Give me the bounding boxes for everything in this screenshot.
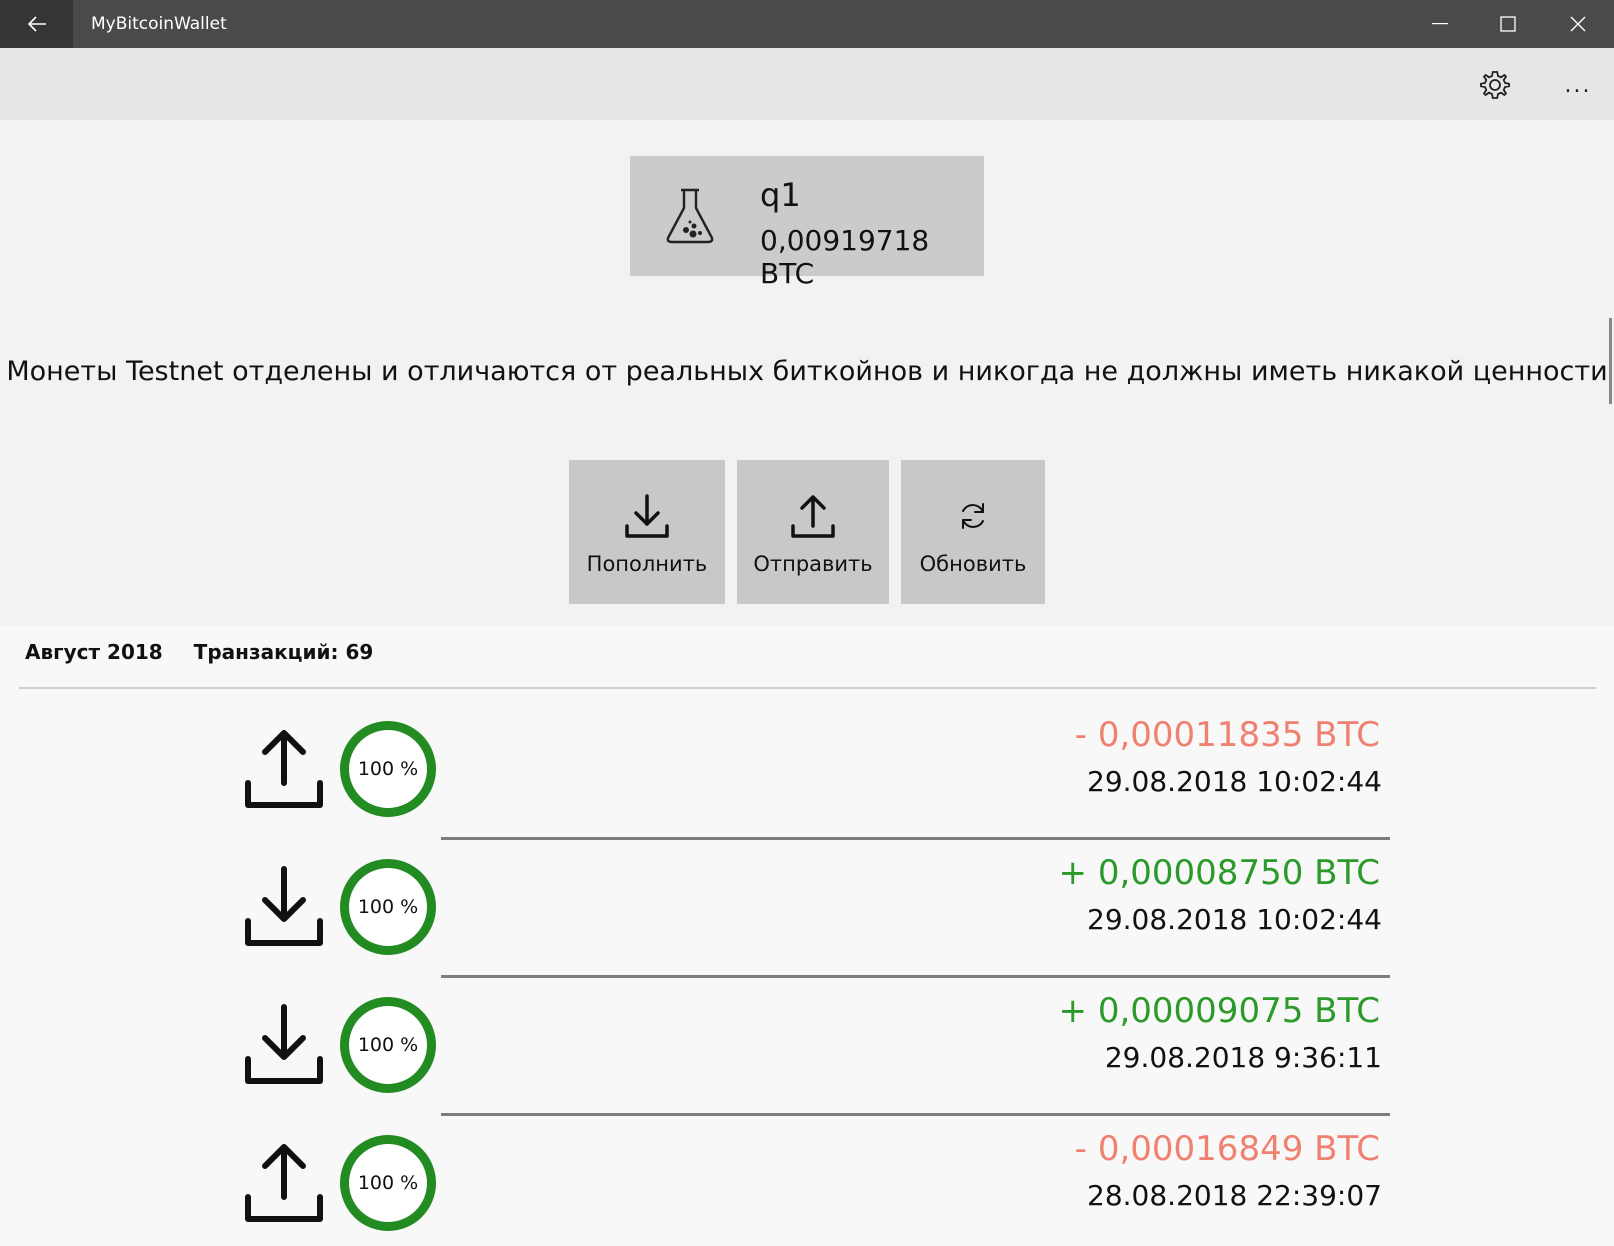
transaction-amount: - 0,00011835 BTC: [1074, 715, 1380, 755]
send-label: Отправить: [753, 552, 873, 576]
minimize-button[interactable]: [1406, 0, 1474, 48]
scrollbar-thumb[interactable]: [1609, 318, 1612, 404]
transaction-date: 28.08.2018 22:39:07: [1087, 1179, 1382, 1212]
header-divider: [19, 687, 1596, 689]
settings-button[interactable]: [1470, 60, 1520, 110]
transactions-count: Транзакций: 69: [193, 640, 374, 664]
download-icon: [245, 1004, 323, 1084]
transaction-row[interactable]: 100 % + 0,00008750 BTC 29.08.2018 10:02:…: [0, 839, 1614, 978]
download-icon: [625, 494, 669, 538]
close-icon: [1570, 16, 1586, 32]
flask-icon: [666, 188, 714, 244]
transaction-amount: + 0,00009075 BTC: [1058, 991, 1380, 1031]
transaction-date: 29.08.2018 10:02:44: [1087, 765, 1382, 798]
download-icon: [245, 866, 323, 946]
confirmation-progress: 100 %: [340, 997, 436, 1093]
transaction-date: 29.08.2018 9:36:11: [1104, 1041, 1382, 1074]
refresh-label: Обновить: [919, 552, 1027, 576]
transactions-month: Август 2018: [25, 640, 163, 664]
transactions-header: Август 2018 Транзакций: 69: [25, 640, 373, 664]
refresh-button[interactable]: Обновить: [901, 460, 1045, 604]
maximize-button[interactable]: [1474, 0, 1542, 48]
upload-icon: [791, 495, 835, 538]
wallet-card[interactable]: q1 0,00919718 BTC: [630, 156, 984, 290]
close-button[interactable]: [1544, 0, 1612, 48]
transaction-row[interactable]: 100 % - 0,00011835 BTC 29.08.2018 10:02:…: [0, 701, 1614, 840]
transaction-amount: + 0,00008750 BTC: [1058, 853, 1380, 893]
upload-icon: [245, 730, 323, 808]
refresh-icon: [962, 503, 984, 529]
send-button[interactable]: Отправить: [737, 460, 889, 604]
deposit-button[interactable]: Пополнить: [569, 460, 725, 604]
minimize-icon: [1432, 23, 1448, 25]
wallet-name: q1: [760, 176, 801, 214]
gear-icon: [1480, 71, 1510, 99]
back-button[interactable]: [0, 0, 73, 48]
maximize-icon: [1500, 16, 1516, 32]
transaction-row[interactable]: 100 % + 0,00009075 BTC 29.08.2018 9:36:1…: [0, 977, 1614, 1116]
deposit-label: Пополнить: [586, 552, 708, 576]
transaction-date: 29.08.2018 10:02:44: [1087, 903, 1382, 936]
arrow-left-icon: [27, 16, 46, 32]
transaction-amount: - 0,00016849 BTC: [1074, 1129, 1380, 1169]
wallet-balance: 0,00919718 BTC: [760, 224, 930, 290]
confirmation-progress: 100 %: [340, 721, 436, 817]
confirmation-progress: 100 %: [340, 859, 436, 955]
testnet-notice: Монеты Testnet отделены и отличаются от …: [6, 356, 1608, 387]
more-button[interactable]: ...: [1553, 60, 1603, 110]
transaction-row[interactable]: 100 % - 0,00016849 BTC 28.08.2018 22:39:…: [0, 1115, 1614, 1246]
command-bar: ...: [0, 48, 1614, 120]
transactions-panel: Август 2018 Транзакций: 69 100 % - 0,000…: [0, 626, 1614, 1246]
confirmation-progress: 100 %: [340, 1135, 436, 1231]
app-title: MyBitcoinWallet: [91, 14, 227, 34]
title-bar: MyBitcoinWallet: [0, 0, 1614, 48]
upload-icon: [245, 1144, 323, 1222]
